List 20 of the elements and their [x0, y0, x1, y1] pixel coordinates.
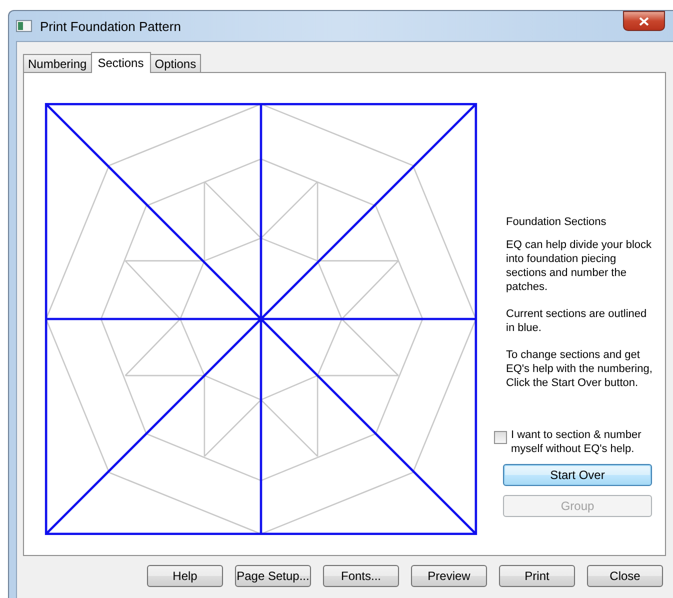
help-paragraph: EQ can help divide your block into foundation piecing sections and number the patches.	[506, 238, 653, 294]
window-title: Print Foundation Pattern	[40, 18, 182, 34]
dialog-button[interactable]: Fonts...	[323, 565, 399, 587]
dialog-button[interactable]: Print	[499, 565, 575, 587]
help-paragraph: Current sections are outlined in blue.	[506, 307, 648, 335]
action-button[interactable]: Start Over	[503, 464, 652, 486]
dialog-button[interactable]: Preview	[411, 565, 487, 587]
tab[interactable]: Sections	[90, 52, 151, 73]
close-icon	[639, 16, 649, 26]
close-button[interactable]	[623, 11, 665, 31]
window-icon	[16, 20, 32, 32]
tab[interactable]: Options	[150, 54, 202, 72]
checkbox[interactable]	[494, 431, 507, 444]
dialog-button[interactable]: Page Setup...	[235, 565, 311, 587]
help-paragraph: To change sections and get EQ's help with the numbering, Click the Start Over button.	[506, 348, 654, 390]
section-heading: Foundation Sections	[506, 216, 608, 228]
dialog-button[interactable]: Close	[587, 565, 663, 587]
dialog-button[interactable]: Help	[147, 565, 223, 587]
tab[interactable]: Numbering	[23, 54, 92, 72]
checkbox-label: I want to section & number myself without EQ's help.	[511, 428, 642, 456]
